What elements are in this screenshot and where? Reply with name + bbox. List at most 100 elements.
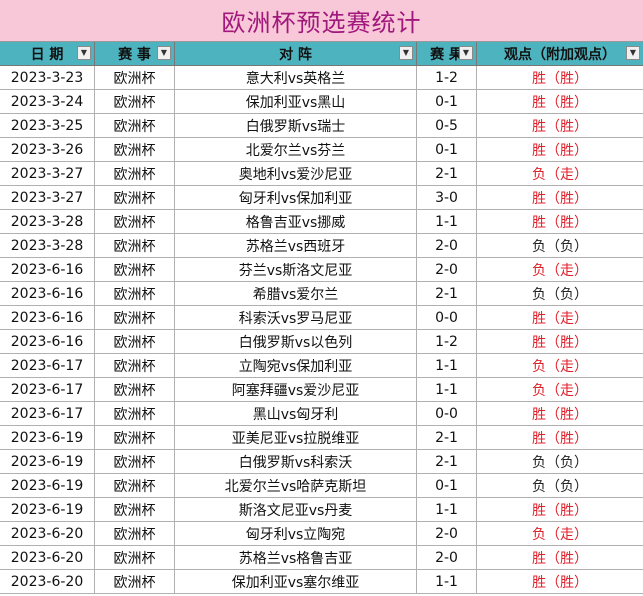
- score-cell[interactable]: 2-0: [417, 546, 477, 570]
- date-cell[interactable]: 2023-3-26: [0, 138, 95, 162]
- event-cell[interactable]: 欧洲杯: [95, 426, 175, 450]
- event-cell[interactable]: 欧洲杯: [95, 90, 175, 114]
- score-cell[interactable]: 2-1: [417, 162, 477, 186]
- event-cell[interactable]: 欧洲杯: [95, 186, 175, 210]
- date-cell[interactable]: 2023-3-24: [0, 90, 95, 114]
- date-cell[interactable]: 2023-6-16: [0, 282, 95, 306]
- match-cell[interactable]: 立陶宛vs保加利亚: [175, 354, 417, 378]
- match-cell[interactable]: 北爱尔兰vs芬兰: [175, 138, 417, 162]
- view-cell[interactable]: 负（负）: [477, 234, 643, 258]
- event-cell[interactable]: 欧洲杯: [95, 114, 175, 138]
- filter-dropdown-icon[interactable]: ▼: [626, 46, 640, 60]
- match-cell[interactable]: 苏格兰vs西班牙: [175, 234, 417, 258]
- date-cell[interactable]: 2023-6-16: [0, 330, 95, 354]
- view-cell[interactable]: 胜（胜）: [477, 186, 643, 210]
- event-cell[interactable]: 欧洲杯: [95, 354, 175, 378]
- event-cell[interactable]: 欧洲杯: [95, 66, 175, 90]
- event-cell[interactable]: 欧洲杯: [95, 258, 175, 282]
- score-cell[interactable]: 2-1: [417, 450, 477, 474]
- event-cell[interactable]: 欧洲杯: [95, 570, 175, 594]
- match-cell[interactable]: 保加利亚vs黑山: [175, 90, 417, 114]
- match-cell[interactable]: 意大利vs英格兰: [175, 66, 417, 90]
- event-cell[interactable]: 欧洲杯: [95, 138, 175, 162]
- score-cell[interactable]: 0-5: [417, 114, 477, 138]
- filter-active-icon[interactable]: ▼: [157, 46, 171, 60]
- filter-dropdown-icon[interactable]: ▼: [77, 46, 91, 60]
- event-cell[interactable]: 欧洲杯: [95, 522, 175, 546]
- view-cell[interactable]: 胜（胜）: [477, 426, 643, 450]
- score-cell[interactable]: 3-0: [417, 186, 477, 210]
- view-cell[interactable]: 胜（胜）: [477, 402, 643, 426]
- score-cell[interactable]: 0-1: [417, 90, 477, 114]
- score-cell[interactable]: 0-1: [417, 474, 477, 498]
- event-cell[interactable]: 欧洲杯: [95, 162, 175, 186]
- date-cell[interactable]: 2023-6-16: [0, 306, 95, 330]
- view-cell[interactable]: 胜（胜）: [477, 546, 643, 570]
- score-cell[interactable]: 2-0: [417, 258, 477, 282]
- score-cell[interactable]: 1-1: [417, 570, 477, 594]
- date-cell[interactable]: 2023-6-17: [0, 378, 95, 402]
- score-cell[interactable]: 0-0: [417, 402, 477, 426]
- event-cell[interactable]: 欧洲杯: [95, 234, 175, 258]
- date-cell[interactable]: 2023-6-19: [0, 474, 95, 498]
- match-cell[interactable]: 白俄罗斯vs瑞士: [175, 114, 417, 138]
- date-cell[interactable]: 2023-3-28: [0, 210, 95, 234]
- match-cell[interactable]: 科索沃vs罗马尼亚: [175, 306, 417, 330]
- event-cell[interactable]: 欧洲杯: [95, 450, 175, 474]
- score-cell[interactable]: 2-1: [417, 282, 477, 306]
- match-cell[interactable]: 希腊vs爱尔兰: [175, 282, 417, 306]
- view-cell[interactable]: 胜（胜）: [477, 570, 643, 594]
- event-cell[interactable]: 欧洲杯: [95, 378, 175, 402]
- match-cell[interactable]: 黑山vs匈牙利: [175, 402, 417, 426]
- score-cell[interactable]: 1-2: [417, 66, 477, 90]
- score-cell[interactable]: 1-1: [417, 354, 477, 378]
- match-cell[interactable]: 芬兰vs斯洛文尼亚: [175, 258, 417, 282]
- view-cell[interactable]: 胜（胜）: [477, 66, 643, 90]
- match-cell[interactable]: 格鲁吉亚vs挪威: [175, 210, 417, 234]
- score-cell[interactable]: 0-0: [417, 306, 477, 330]
- score-cell[interactable]: 1-2: [417, 330, 477, 354]
- match-cell[interactable]: 斯洛文尼亚vs丹麦: [175, 498, 417, 522]
- filter-dropdown-icon[interactable]: ▼: [399, 46, 413, 60]
- date-cell[interactable]: 2023-6-17: [0, 402, 95, 426]
- filter-dropdown-icon[interactable]: ▼: [459, 46, 473, 60]
- event-cell[interactable]: 欧洲杯: [95, 546, 175, 570]
- score-cell[interactable]: 2-0: [417, 522, 477, 546]
- match-cell[interactable]: 匈牙利vs立陶宛: [175, 522, 417, 546]
- view-cell[interactable]: 负（走）: [477, 162, 643, 186]
- event-cell[interactable]: 欧洲杯: [95, 402, 175, 426]
- match-cell[interactable]: 白俄罗斯vs科索沃: [175, 450, 417, 474]
- event-cell[interactable]: 欧洲杯: [95, 498, 175, 522]
- date-cell[interactable]: 2023-6-20: [0, 546, 95, 570]
- score-cell[interactable]: 2-1: [417, 426, 477, 450]
- match-cell[interactable]: 保加利亚vs塞尔维亚: [175, 570, 417, 594]
- view-cell[interactable]: 胜（胜）: [477, 498, 643, 522]
- view-cell[interactable]: 胜（胜）: [477, 210, 643, 234]
- date-cell[interactable]: 2023-3-28: [0, 234, 95, 258]
- date-cell[interactable]: 2023-3-27: [0, 162, 95, 186]
- view-cell[interactable]: 胜（走）: [477, 306, 643, 330]
- date-cell[interactable]: 2023-3-25: [0, 114, 95, 138]
- match-cell[interactable]: 匈牙利vs保加利亚: [175, 186, 417, 210]
- event-cell[interactable]: 欧洲杯: [95, 330, 175, 354]
- date-cell[interactable]: 2023-6-17: [0, 354, 95, 378]
- score-cell[interactable]: 1-1: [417, 498, 477, 522]
- view-cell[interactable]: 负（负）: [477, 474, 643, 498]
- view-cell[interactable]: 胜（胜）: [477, 114, 643, 138]
- match-cell[interactable]: 阿塞拜疆vs爱沙尼亚: [175, 378, 417, 402]
- view-cell[interactable]: 负（走）: [477, 522, 643, 546]
- match-cell[interactable]: 亚美尼亚vs拉脱维亚: [175, 426, 417, 450]
- view-cell[interactable]: 胜（胜）: [477, 90, 643, 114]
- date-cell[interactable]: 2023-3-27: [0, 186, 95, 210]
- score-cell[interactable]: 1-1: [417, 210, 477, 234]
- view-cell[interactable]: 胜（胜）: [477, 330, 643, 354]
- date-cell[interactable]: 2023-6-19: [0, 498, 95, 522]
- view-cell[interactable]: 胜（胜）: [477, 138, 643, 162]
- date-cell[interactable]: 2023-6-19: [0, 450, 95, 474]
- match-cell[interactable]: 苏格兰vs格鲁吉亚: [175, 546, 417, 570]
- score-cell[interactable]: 0-1: [417, 138, 477, 162]
- date-cell[interactable]: 2023-6-20: [0, 522, 95, 546]
- view-cell[interactable]: 负（负）: [477, 450, 643, 474]
- view-cell[interactable]: 负（走）: [477, 378, 643, 402]
- event-cell[interactable]: 欧洲杯: [95, 306, 175, 330]
